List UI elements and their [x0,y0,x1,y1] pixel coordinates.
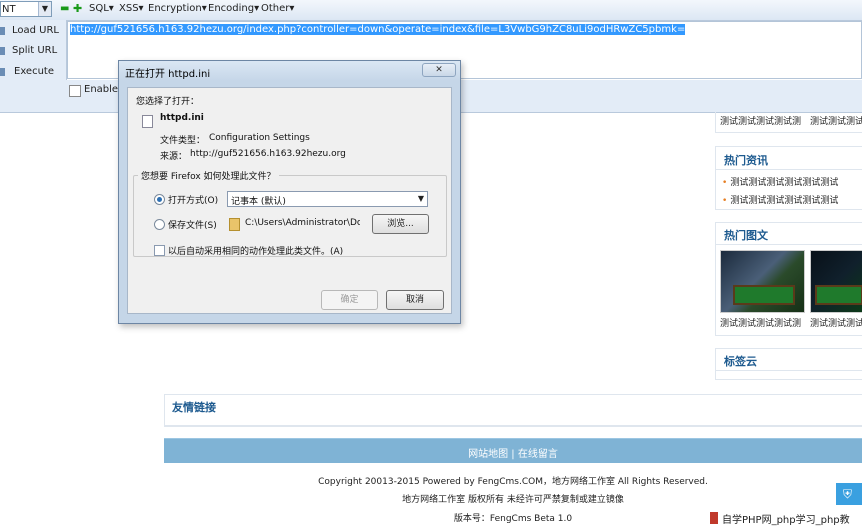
split-url-button[interactable]: Split URL [12,45,57,56]
hot-news-title: 热门资讯 [724,154,768,167]
divider [715,370,862,371]
snooker-table-shape [815,285,862,305]
enable-post-checkbox[interactable] [69,85,81,97]
load-url-button[interactable]: Load URL [12,25,59,36]
file-icon [142,115,153,128]
execute-button[interactable]: Execute [14,66,54,77]
load-url-icon [0,27,5,35]
friend-links-title: 友情链接 [172,401,216,414]
ok-button[interactable]: 确定 [321,290,378,310]
url-text: http://guf521656.h163.92hezu.org/index.p… [70,24,686,35]
chevron-down-icon: ▼ [38,2,51,16]
question-label: 您想要 Firefox 如何处理此文件？ [138,169,279,182]
file-type-label: 文件类型： [160,136,206,146]
top-item[interactable]: 测试测试测试测试测 [720,114,801,127]
hot-images-title: 热门图文 [724,229,768,242]
snooker-table-shape [733,285,795,305]
snooker-image[interactable] [720,250,805,313]
cancel-button[interactable]: 取消 [386,290,444,310]
open-with-radio[interactable] [154,194,165,205]
chosen-label: 您选择了打开： [136,97,200,107]
close-icon: ✕ [435,65,443,75]
minus-icon[interactable]: ▬ [60,3,69,14]
image-caption[interactable]: 测试测试测试测试测 [720,316,801,329]
split-url-icon [0,47,5,55]
close-button[interactable]: ✕ [422,63,456,77]
watermark-text: 自学PHP网_php学习_php教 [722,515,850,526]
watermark: 自学PHP网_php学习_php教 [706,508,862,530]
auto-action-label: 以后自动采用相同的动作处理此类文件。(A) [168,247,344,257]
browse-button[interactable]: 浏览... [372,214,429,234]
snooker-image[interactable] [810,250,862,313]
footer-copyright: Copyright 20013-2015 Powered by FengCms.… [318,477,708,487]
source-label: 来源： [160,152,188,162]
list-item[interactable]: • 测试测试测试测试测试测试 [722,193,838,206]
folder-icon [229,218,240,231]
file-type-value: Configuration Settings [209,133,310,143]
open-file-dialog: 正在打开 httpd.ini ✕ 您选择了打开： httpd.ini 文件类型：… [118,60,461,324]
tag-cloud-title: 标签云 [724,355,757,368]
hackbar-select-value: NT [2,4,16,15]
open-with-value: 记事本 (默认) [231,197,286,207]
auto-action-checkbox[interactable] [154,245,165,256]
footer-nav-bar: 网站地图 | 在线留言 [164,438,862,463]
save-file-label[interactable]: 保存文件(S) [168,218,217,231]
open-with-select[interactable]: 记事本 (默认) ▼ [227,191,428,207]
save-file-radio[interactable] [154,219,165,230]
divider [715,244,862,245]
shield-icon[interactable]: ⛨ [836,483,862,505]
open-with-label[interactable]: 打开方式(O) [168,193,218,206]
source-value: http://guf521656.h163.92hezu.org [190,149,346,159]
chevron-down-icon: ▼ [417,194,424,203]
divider [715,169,862,170]
list-item[interactable]: • 测试测试测试测试测试测试 [722,175,838,188]
menu-encryption[interactable]: Encryption▾ [148,3,207,14]
hackbar-version-select[interactable]: NT ▼ [0,1,52,17]
menu-xss[interactable]: XSS▾ [119,3,144,14]
execute-icon [0,68,5,76]
file-name: httpd.ini [160,113,204,123]
footer-nav-links[interactable]: 网站地图 | 在线留言 [164,445,862,460]
dialog-body: 您选择了打开： httpd.ini 文件类型： Configuration Se… [127,87,452,314]
friend-links-box [164,394,862,427]
plus-icon[interactable]: ✚ [73,2,82,15]
top-item[interactable]: 测试测试测试测试测 [810,114,862,127]
footer-rights: 地方网络工作室 版权所有 未经许可严禁复制或建立镜像 [402,495,624,505]
image-caption[interactable]: 测试测试测试测试测 [810,316,862,329]
menu-sql[interactable]: SQL▾ [89,3,114,14]
menu-encoding[interactable]: Encoding▾ [208,3,259,14]
dialog-title: 正在打开 httpd.ini [125,69,211,80]
menu-other[interactable]: Other▾ [261,3,294,14]
logo-icon [710,512,718,524]
save-path: C:\Users\Administrator\Dc [245,218,360,228]
